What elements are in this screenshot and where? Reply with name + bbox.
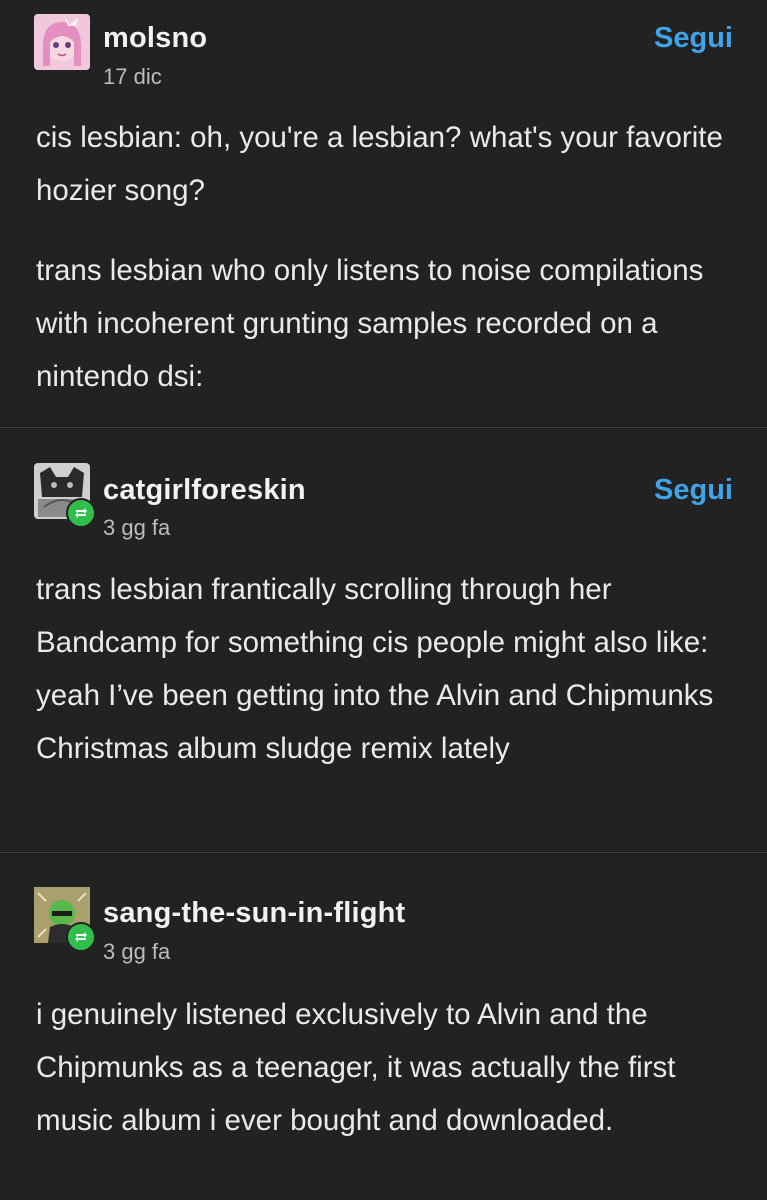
timestamp[interactable]: 3 gg fa [103, 939, 170, 965]
username[interactable]: molsno [103, 22, 207, 55]
post-sang-the-sun-in-flight: sang-the-sun-in-flight 3 gg fa i genuine… [0, 852, 767, 1200]
post-paragraph: trans lesbian frantically scrolling thro… [36, 573, 714, 765]
reblog-thread: molsno 17 dic Segui cis lesbian: oh, you… [0, 0, 767, 1200]
reblog-icon [66, 922, 96, 952]
timestamp[interactable]: 17 dic [103, 64, 162, 90]
timestamp[interactable]: 3 gg fa [103, 515, 170, 541]
username[interactable]: sang-the-sun-in-flight [103, 897, 405, 930]
post-paragraph: cis lesbian: oh, you're a lesbian? what'… [36, 121, 723, 207]
post-paragraph: trans lesbian who only listens to noise … [36, 254, 704, 393]
post-catgirlforeskin: catgirlforeskin 3 gg fa Segui trans lesb… [0, 427, 767, 852]
pink-anime-girl-avatar-icon[interactable] [34, 14, 90, 70]
follow-button[interactable]: Segui [654, 474, 733, 507]
follow-button[interactable]: Segui [654, 22, 733, 55]
post-paragraph: i genuinely listened exclusively to Alvi… [36, 998, 676, 1137]
post-molsno: molsno 17 dic Segui cis lesbian: oh, you… [0, 0, 767, 427]
username[interactable]: catgirlforeskin [103, 474, 306, 507]
reblog-icon [66, 498, 96, 528]
